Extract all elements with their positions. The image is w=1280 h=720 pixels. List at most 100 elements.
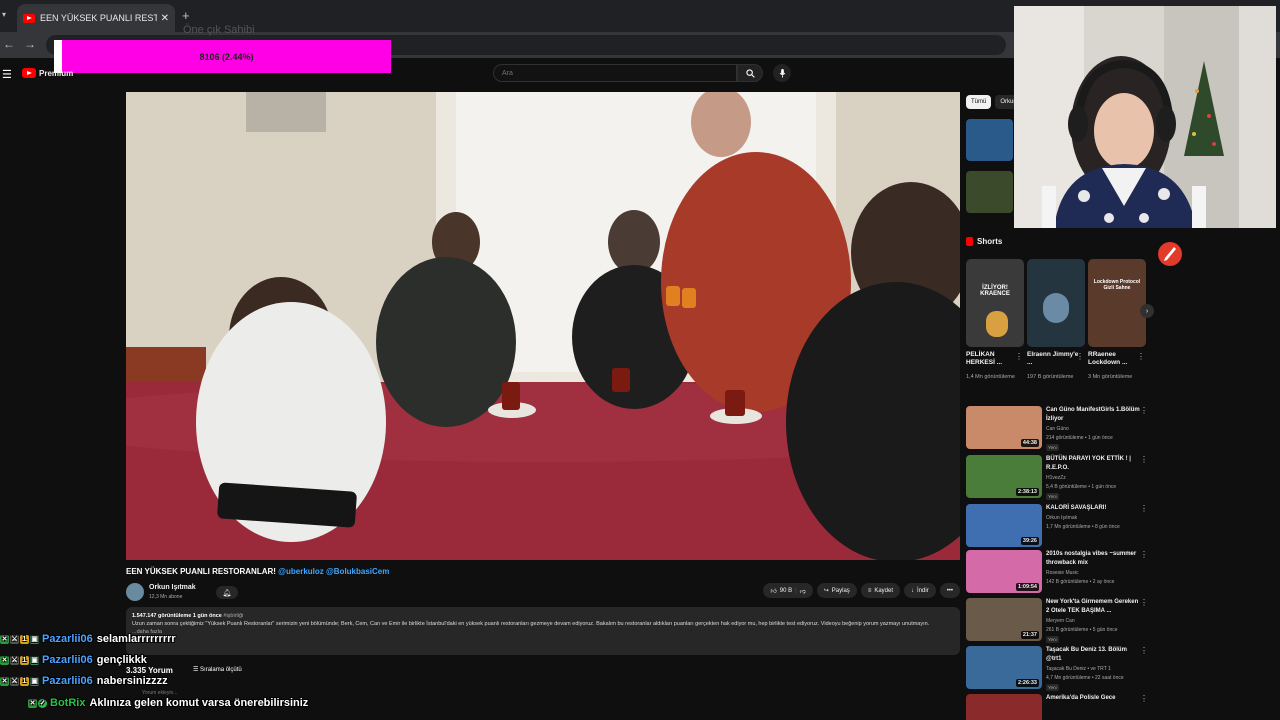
short-title[interactable]: Elraenn Jimmy'e ... [1027,351,1079,367]
rec-menu-icon[interactable]: ⋮ [1140,598,1148,607]
download-button[interactable]: ↓ İndir [904,583,936,598]
video-thumbnail[interactable] [966,171,1013,213]
hamburger-menu-icon[interactable]: ☰ [2,68,12,81]
thumbs-down-icon[interactable]: 👎︎ [800,587,806,595]
short-menu-icon[interactable]: ⋮ [1137,352,1145,361]
chat-line: ✕ ⚔ 1 ▣ Pazarlii06 nabersinizzzz [0,674,168,688]
short-views: 1,4 Mn görüntüleme [966,374,1015,380]
chat-badges: ✕ ⚔ 1 ▣ [0,655,39,665]
rec-thumbnail: 1:09:54 [966,550,1042,593]
short-menu-icon[interactable]: ⋮ [1076,352,1084,361]
chat-badges: ✕ ⚔ 1 ▣ [0,634,39,644]
short-title[interactable]: PELİKAN HERKESİ ... [966,351,1018,367]
like-button[interactable]: 👍︎ 90 B | 👎︎ [763,583,813,598]
rec-title: Can Güno ManifestGirls 1.Bölüm İzliyor [1046,407,1140,422]
rec-menu-icon[interactable]: ⋮ [1140,550,1148,559]
sword-badge-icon: ⚔ [10,676,19,686]
recommended-video[interactable]: 44:38 Can Güno ManifestGirls 1.Bölüm İzl… [966,406,1150,451]
sub-badge-icon: ▣ [30,655,39,665]
notification-bell-button[interactable]: 🔔︎ [216,586,238,599]
video-title: EEN YÜKSEK PUANLI RESTORANLAR! @uberkulo… [126,567,389,576]
shorts-logo-icon [966,237,973,246]
chat-message: selamlarrrrrrrrr [96,633,176,645]
verified-badge-icon: ✓ [38,698,47,708]
rec-menu-icon[interactable]: ⋮ [1140,694,1148,703]
rec-title: Amerika'da Polisle Gece [1046,695,1116,701]
search-button[interactable] [737,64,763,82]
short-views: 3 Mn görüntüleme [1088,374,1133,380]
video-actions: 👍︎ 90 B | 👎︎ ↪ Paylaş ≡ Kaydet ↓ İndir ••• [763,583,960,598]
rec-duration: 39:26 [1020,537,1039,545]
rec-menu-icon[interactable]: ⋮ [1140,646,1148,655]
short-title[interactable]: RRaenee Lockdown ... [1088,351,1140,367]
search-input[interactable] [493,64,737,82]
video-thumbnail[interactable] [966,119,1013,161]
tab-close-icon[interactable]: ✕ [161,13,169,24]
recommended-video[interactable]: 1:09:54 2010s nostalgia vibes ~summer th… [966,550,1150,594]
short-thumbnail[interactable]: İZLİYOR! KRAENCE [966,259,1024,347]
recommended-video[interactable]: 2:38:13 BÜTÜN PARAYI YOK ETTİK ! | R.E.P… [966,455,1150,500]
tab-search-icon[interactable]: ▾ [2,10,6,19]
rec-title: New York'ta Girmemem Gereken 2 Otele TEK… [1046,599,1139,614]
chat-line: ✕ ⚔ 1 ▣ Pazarlii06 selamlarrrrrrrrr [0,632,176,646]
download-icon: ↓ [911,587,915,594]
recommended-video[interactable]: Amerika'da Polisle Gece ⋮ [966,694,1150,720]
short-overlay-text: İZLİYOR! KRAENCE [980,285,1010,297]
video-title-mentions[interactable]: @uberkuloz @BolukbasiCem [276,567,389,576]
webcam-overlay [1014,6,1276,228]
new-tab-button[interactable]: + [182,8,190,23]
short-thumbnail[interactable] [1027,259,1085,347]
voice-search-button[interactable] [773,64,791,82]
rec-channel: Rosesie Music [1046,570,1079,576]
rec-menu-icon[interactable]: ⋮ [1140,406,1148,415]
sub-badge-icon: ▣ [30,634,39,644]
rec-thumbnail: 39:26 [966,504,1042,547]
rec-thumbnail: 44:38 [966,406,1042,449]
rec-duration: 1:09:54 [1016,583,1039,591]
youtube-logo[interactable]: Premium [22,68,73,78]
rec-duration: 2:38:13 [1016,488,1039,496]
browser-tab[interactable]: EEN YÜKSEK PUANLI RESTORANLAR! ✕ [17,4,175,32]
recommended-video[interactable]: 2:26:33 Taşacak Bu Deniz 13. Bölüm @trt1… [966,646,1150,691]
youtube-favicon-icon [23,13,35,23]
chat-message: gençlikkk [96,654,147,666]
forward-arrow-icon[interactable]: → [24,37,36,51]
rec-menu-icon[interactable]: ⋮ [1140,504,1148,513]
channel-name[interactable]: Orkun Işıtmak [149,584,196,591]
microphone-icon [779,68,785,78]
recommended-video[interactable]: 39:26 KALORİ SAVAŞLARI! Orkun Işıtmak 1,… [966,504,1150,548]
sort-icon: ☰ [193,667,201,673]
comments-sort-button[interactable]: ☰ Sıralama ölçütü [193,666,242,673]
video-player[interactable] [126,92,960,560]
rec-channel: Meryem Can [1046,618,1075,624]
short-menu-icon[interactable]: ⋮ [1015,352,1023,361]
description-hashtag[interactable]: #işbirliği [222,613,243,619]
short-thumbnail[interactable]: Lockdown Protocol Gizli Sahne [1088,259,1146,347]
recommended-video[interactable]: 21:37 New York'ta Girmemem Gereken 2 Ote… [966,598,1150,643]
rec-meta: 1,7 Mn görüntüleme • 8 gün önce [1046,524,1120,530]
share-button[interactable]: ↪ Paylaş [816,583,857,598]
rec-title: BÜTÜN PARAYI YOK ETTİK ! | R.E.P.O. [1046,456,1131,471]
more-actions-button[interactable]: ••• [939,583,960,598]
rec-meta: 142 B görüntüleme • 2 ay önce [1046,579,1115,585]
shorts-next-button[interactable]: › [1140,304,1154,318]
rec-new-badge: Yeni [1046,636,1059,643]
chat-username: BotRix [50,697,86,709]
description-box[interactable]: 1.547.147 görüntüleme 1 gün önce #işbirl… [126,607,960,655]
tab-title: EEN YÜKSEK PUANLI RESTORANLAR! [40,13,157,23]
rec-meta: 5,4 B görüntüleme • 1 gün önce [1046,484,1117,490]
rec-thumbnail: 21:37 [966,598,1042,641]
view-stats: 1.547.147 görüntüleme 1 gün önce [132,613,222,619]
rec-new-badge: Yeni [1046,444,1059,451]
chevron-right-icon: › [1145,307,1149,315]
chat-line: ✕ ✓ BotRix Aklınıza gelen komut varsa öne… [28,696,308,710]
rec-thumbnail [966,694,1042,720]
save-button[interactable]: ≡ Kaydet [860,583,901,598]
logo-label: Premium [39,68,74,78]
back-arrow-icon[interactable]: ← [3,37,15,51]
coin-badge-icon: 1 [20,676,29,686]
rec-menu-icon[interactable]: ⋮ [1140,455,1148,464]
chip-all[interactable]: Tümü [966,95,992,109]
channel-avatar[interactable] [126,583,144,601]
rec-channel: Taşacak Bu Deniz • ve TRT 1 [1046,666,1111,672]
